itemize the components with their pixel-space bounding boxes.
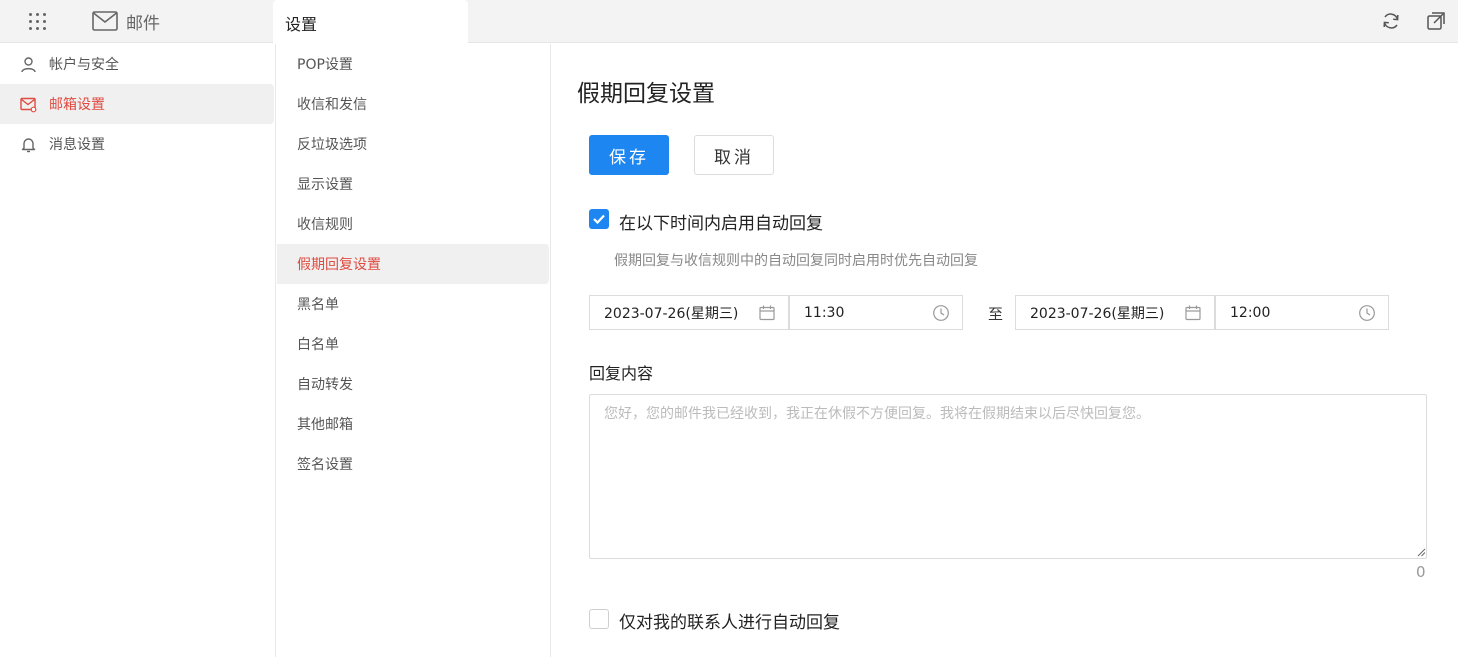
start-time-value: 11:30	[804, 304, 845, 321]
start-time-picker[interactable]: 11:30	[789, 295, 963, 330]
sub-item-whitelist[interactable]: 白名单	[277, 324, 549, 364]
clock-icon	[1359, 305, 1375, 321]
sub-item-auto-forward[interactable]: 自动转发	[277, 364, 549, 404]
nav-item-message-settings[interactable]: 消息设置	[0, 124, 274, 164]
calendar-icon	[1185, 305, 1201, 321]
nav-item-label: 帐户与安全	[49, 57, 119, 73]
sub-item-vacation-reply[interactable]: 假期回复设置	[277, 244, 549, 284]
nav-item-mailbox-settings[interactable]: 邮箱设置	[0, 84, 274, 124]
contacts-only-checkbox[interactable]	[589, 609, 609, 629]
main-panel: 假期回复设置 保存 取消 在以下时间内启用自动回复 假期回复与收信规则中的自动回…	[552, 44, 1458, 657]
priority-hint: 假期回复与收信规则中的自动回复同时启用时优先自动回复	[614, 253, 978, 269]
external-window-icon[interactable]	[1426, 11, 1446, 31]
refresh-icon[interactable]	[1381, 11, 1401, 31]
bell-icon	[21, 137, 36, 152]
end-date-picker[interactable]: 2023-07-26(星期三)	[1015, 295, 1215, 330]
mailbox-settings-icon	[20, 97, 37, 112]
reply-content-textarea[interactable]	[589, 394, 1427, 559]
sub-item-signature[interactable]: 签名设置	[277, 444, 549, 484]
sub-item-antispam[interactable]: 反垃圾选项	[277, 124, 549, 164]
mail-icon	[92, 11, 118, 31]
resize-handle-icon[interactable]	[1416, 547, 1426, 557]
page-title: 假期回复设置	[577, 81, 715, 107]
enable-auto-reply-checkbox[interactable]	[589, 209, 609, 229]
checkmark-icon	[593, 214, 605, 225]
settings-sub-nav: POP设置 收信和发信 反垃圾选项 显示设置 收信规则 假期回复设置 黑名单 白…	[277, 44, 551, 657]
enable-auto-reply-label[interactable]: 在以下时间内启用自动回复	[619, 209, 823, 234]
sub-item-blacklist[interactable]: 黑名单	[277, 284, 549, 324]
start-date-picker[interactable]: 2023-07-26(星期三)	[589, 295, 789, 330]
nav-item-label: 消息设置	[49, 137, 105, 153]
end-time-value: 12:00	[1230, 304, 1271, 321]
end-time-picker[interactable]: 12:00	[1215, 295, 1389, 330]
sub-item-display[interactable]: 显示设置	[277, 164, 549, 204]
sub-item-pop[interactable]: POP设置	[277, 44, 549, 84]
mail-app-link[interactable]: 邮件	[92, 8, 160, 34]
grid-icon[interactable]	[27, 11, 49, 33]
calendar-icon	[759, 305, 775, 321]
top-bar: 邮件 设置	[0, 0, 1458, 43]
nav-item-label: 邮箱设置	[49, 97, 105, 113]
app-name: 邮件	[126, 13, 160, 34]
char-counter: 0	[1416, 563, 1426, 581]
left-nav: 帐户与安全 邮箱设置 消息设置	[0, 44, 276, 657]
contacts-only-label[interactable]: 仅对我的联系人进行自动回复	[619, 608, 840, 633]
cancel-button[interactable]: 取消	[694, 135, 774, 175]
nav-item-account-security[interactable]: 帐户与安全	[0, 44, 274, 84]
sub-item-send-receive[interactable]: 收信和发信	[277, 84, 549, 124]
end-date-value: 2023-07-26(星期三)	[1030, 305, 1165, 322]
sub-item-rules[interactable]: 收信规则	[277, 204, 549, 244]
user-icon	[21, 56, 36, 72]
reply-content-label: 回复内容	[589, 364, 654, 383]
save-button[interactable]: 保存	[589, 135, 669, 175]
start-date-value: 2023-07-26(星期三)	[604, 305, 739, 322]
sub-item-other-mailbox[interactable]: 其他邮箱	[277, 404, 549, 444]
clock-icon	[933, 305, 949, 321]
to-separator: 至	[988, 305, 1004, 323]
tab-settings[interactable]: 设置	[273, 0, 468, 43]
